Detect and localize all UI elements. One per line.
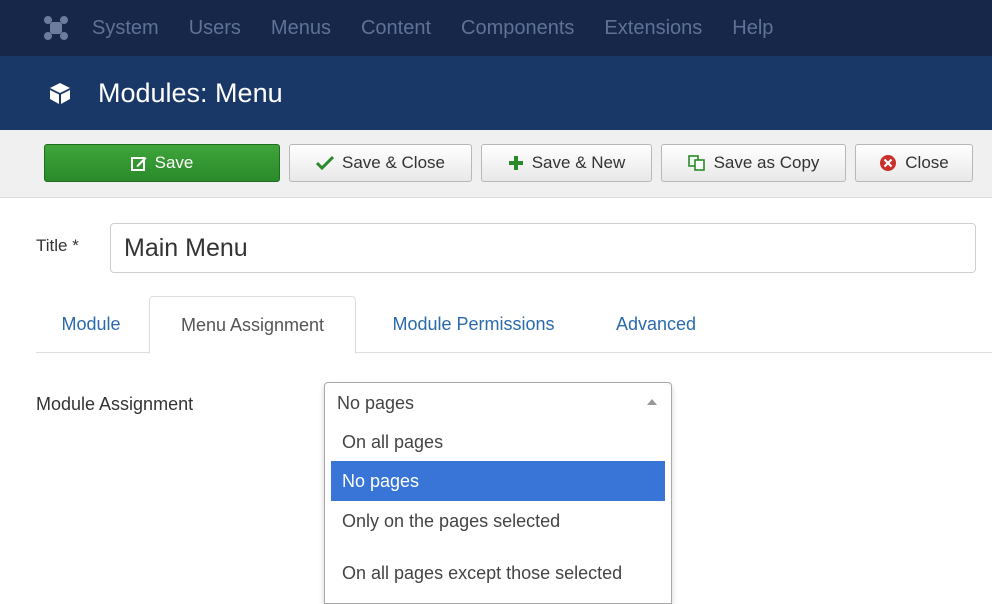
tab-bar: Module Menu Assignment Module Permission… xyxy=(36,296,992,354)
toolbar: Save Save & Close Save & New Save as Cop… xyxy=(0,130,992,198)
chevron-up-icon xyxy=(647,399,657,405)
save-button[interactable]: Save xyxy=(44,144,280,182)
save-label: Save xyxy=(154,153,194,172)
nav-users[interactable]: Users xyxy=(189,17,241,40)
page-header: Modules: Menu xyxy=(0,56,992,130)
close-label: Close xyxy=(905,153,949,172)
nav-system[interactable]: System xyxy=(92,17,159,40)
save-copy-button[interactable]: Save as Copy xyxy=(661,144,846,182)
copy-icon xyxy=(687,155,705,171)
module-assignment-label: Module Assignment xyxy=(36,394,194,414)
cube-icon xyxy=(50,83,70,104)
option-all-except-selected[interactable]: On all pages except those selected xyxy=(331,541,665,601)
close-circle-icon xyxy=(880,155,897,171)
tab-advanced[interactable]: Advanced xyxy=(601,296,711,353)
save-new-label: Save & New xyxy=(531,153,626,172)
close-button[interactable]: Close xyxy=(855,144,973,182)
nav-extensions[interactable]: Extensions xyxy=(604,17,702,40)
joomla-logo-icon[interactable] xyxy=(42,14,70,42)
select-value: No pages xyxy=(337,392,415,413)
top-navbar: System Users Menus Content Components Ex… xyxy=(0,0,992,56)
tab-module-permissions[interactable]: Module Permissions xyxy=(371,296,576,353)
option-no-pages[interactable]: No pages xyxy=(331,461,665,501)
title-value: Main Menu xyxy=(124,233,248,262)
title-label: Title * xyxy=(36,236,79,255)
tab-module[interactable]: Module xyxy=(36,296,146,353)
page-title: Modules: Menu xyxy=(98,77,283,108)
nav-help[interactable]: Help xyxy=(732,17,773,40)
tab-menu-assignment[interactable]: Menu Assignment xyxy=(149,296,356,354)
save-copy-label: Save as Copy xyxy=(713,153,820,172)
module-assignment-select[interactable]: No pages On all pages No pages Only on t… xyxy=(324,382,672,604)
nav-components[interactable]: Components xyxy=(461,17,574,40)
option-only-selected[interactable]: Only on the pages selected xyxy=(331,501,665,541)
nav-menus[interactable]: Menus xyxy=(271,17,331,40)
title-input[interactable]: Main Menu xyxy=(110,223,976,273)
option-on-all-pages[interactable]: On all pages xyxy=(331,423,665,461)
plus-icon xyxy=(508,156,523,170)
save-new-button[interactable]: Save & New xyxy=(481,144,652,182)
nav-content[interactable]: Content xyxy=(361,17,431,40)
edit-icon xyxy=(130,157,147,171)
check-icon xyxy=(316,155,334,171)
save-close-label: Save & Close xyxy=(342,153,445,172)
save-close-button[interactable]: Save & Close xyxy=(289,144,472,182)
select-current-value[interactable]: No pages xyxy=(325,383,671,423)
